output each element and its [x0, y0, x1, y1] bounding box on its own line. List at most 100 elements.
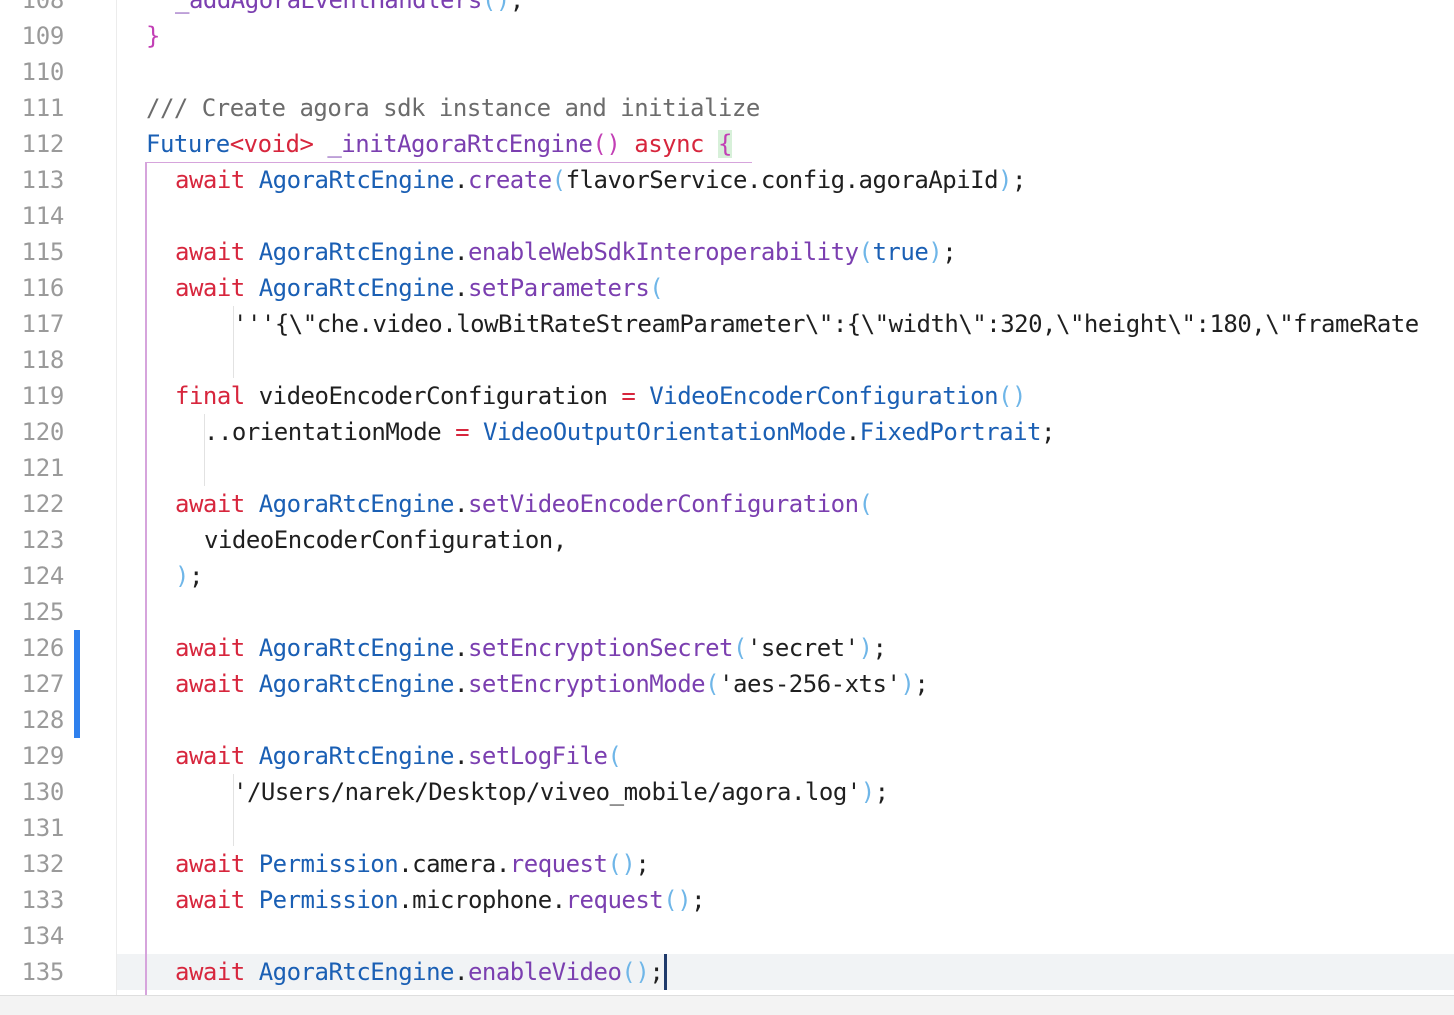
code-token: AgoraRtcEngine	[258, 238, 455, 266]
code-line[interactable]: await Permission.camera.request();	[175, 846, 650, 882]
code-token: .	[454, 274, 468, 302]
line-number: 129	[21, 742, 65, 770]
code-token: <void>	[229, 130, 314, 158]
code-token: AgoraRtcEngine	[258, 958, 455, 986]
code-token: FixedPortrait	[859, 418, 1042, 446]
line-number: 130	[21, 778, 65, 806]
code-line[interactable]: await AgoraRtcEngine.enableWebSdkInterop…	[175, 234, 957, 270]
line-number: 120	[21, 418, 65, 446]
code-token: ;	[188, 562, 203, 590]
code-token: ;	[649, 958, 664, 986]
code-token: videoEncoderConfiguration	[258, 382, 622, 410]
line-number: 114	[21, 202, 65, 230]
code-line[interactable]: videoEncoderConfiguration,	[204, 522, 567, 558]
block-scope-top	[146, 162, 752, 163]
code-token: ()	[621, 958, 650, 986]
code-token: .microphone.	[398, 886, 566, 914]
line-number: 116	[21, 274, 65, 302]
code-line[interactable]: await Permission.microphone.request();	[175, 882, 706, 918]
code-token: await	[175, 490, 259, 518]
code-line[interactable]: await AgoraRtcEngine.setParameters(	[175, 270, 664, 306]
git-change-marker[interactable]	[74, 702, 80, 738]
code-token: AgoraRtcEngine	[258, 634, 455, 662]
line-number: 124	[21, 562, 65, 590]
code-token: setEncryptionSecret	[467, 634, 734, 662]
code-line[interactable]: Future<void> _initAgoraRtcEngine() async…	[146, 126, 732, 162]
code-token: ;	[1040, 418, 1055, 446]
code-token: .	[454, 490, 468, 518]
code-token: flavorService.config.agoraApiId	[565, 166, 999, 194]
code-line[interactable]: final videoEncoderConfiguration = VideoE…	[175, 378, 1026, 414]
code-token: /// Create agora sdk instance and initia…	[146, 94, 760, 122]
code-token: ;	[872, 634, 887, 662]
code-line[interactable]: '''{\"che.video.lowBitRateStreamParamete…	[233, 306, 1419, 342]
text-caret	[664, 954, 667, 990]
code-token: AgoraRtcEngine	[258, 742, 455, 770]
git-change-marker[interactable]	[74, 630, 80, 666]
code-token: enableWebSdkInteroperability	[467, 238, 859, 266]
code-token: await	[175, 166, 259, 194]
code-token: videoEncoderConfiguration,	[204, 526, 567, 554]
code-token: (	[705, 670, 720, 698]
code-token: 'secret'	[746, 634, 859, 662]
code-area[interactable]: _addAgoraEventHandlers();}/// Create ago…	[117, 0, 1454, 995]
code-line[interactable]: await AgoraRtcEngine.enableVideo();	[175, 954, 664, 990]
line-number: 123	[21, 526, 65, 554]
code-token: ;	[1012, 166, 1026, 194]
code-token: _addAgoraEventHandlers	[175, 0, 482, 14]
code-token: ()	[998, 382, 1026, 410]
code-line[interactable]: }	[146, 18, 160, 54]
line-number: 119	[21, 382, 65, 410]
line-number: 126	[21, 634, 65, 662]
line-number: 132	[21, 850, 65, 878]
code-token: .camera.	[398, 850, 510, 878]
code-line[interactable]: await AgoraRtcEngine.setVideoEncoderConf…	[175, 486, 873, 522]
code-token: setEncryptionMode	[467, 670, 706, 698]
code-token: ;	[509, 0, 524, 14]
code-token: true	[872, 238, 929, 266]
code-line[interactable]: await AgoraRtcEngine.setLogFile(	[175, 738, 622, 774]
indent-guide	[204, 414, 205, 486]
code-line[interactable]: await AgoraRtcEngine.create(flavorServic…	[175, 162, 1026, 198]
code-token: create	[467, 166, 552, 194]
code-line[interactable]: _addAgoraEventHandlers();	[175, 0, 524, 18]
code-token: async	[620, 130, 718, 158]
code-line[interactable]: '/Users/narek/Desktop/viveo_mobile/agora…	[233, 774, 889, 810]
code-token: ;	[874, 778, 889, 806]
code-token: enableVideo	[467, 958, 622, 986]
line-number: 110	[21, 58, 65, 86]
code-token: ..orientationMode	[204, 418, 456, 446]
code-line[interactable]: /// Create agora sdk instance and initia…	[146, 90, 760, 126]
code-line[interactable]: ..orientationMode = VideoOutputOrientati…	[204, 414, 1055, 450]
code-token: .	[454, 166, 468, 194]
code-token: ;	[942, 238, 957, 266]
code-token: =	[455, 418, 470, 446]
code-editor[interactable]: 108 109 110 111 112 113 114 115 116 117 118 119 120 1…	[0, 0, 1454, 995]
code-token: )	[998, 166, 1012, 194]
line-number: 111	[21, 94, 65, 122]
code-token: request	[565, 886, 664, 914]
code-line[interactable]: );	[175, 558, 203, 594]
code-line[interactable]: await AgoraRtcEngine.setEncryptionMode('…	[175, 666, 929, 702]
code-line[interactable]: await AgoraRtcEngine.setEncryptionSecret…	[175, 630, 887, 666]
line-number: 125	[21, 598, 65, 626]
code-token: .	[454, 742, 468, 770]
code-token: )	[900, 670, 915, 698]
code-token: (	[649, 274, 664, 302]
code-token: ()	[481, 0, 510, 14]
line-number: 118	[21, 346, 65, 374]
code-token: ()	[592, 130, 621, 158]
line-number-gutter: 108 109 110 111 112 113 114 115 116 117 118 119 120 1…	[0, 0, 116, 995]
line-number: 121	[21, 454, 65, 482]
code-token: AgoraRtcEngine	[258, 670, 455, 698]
horizontal-scrollbar-track[interactable]	[0, 995, 1454, 1015]
code-token: (	[858, 490, 873, 518]
code-token: .	[454, 634, 468, 662]
code-token: ;	[635, 850, 650, 878]
code-token: '/Users/narek/Desktop/viveo_mobile/agora…	[233, 778, 861, 806]
git-change-marker[interactable]	[74, 666, 80, 702]
code-token: await	[175, 274, 259, 302]
code-token: }	[146, 22, 160, 50]
code-token: setLogFile	[467, 742, 608, 770]
